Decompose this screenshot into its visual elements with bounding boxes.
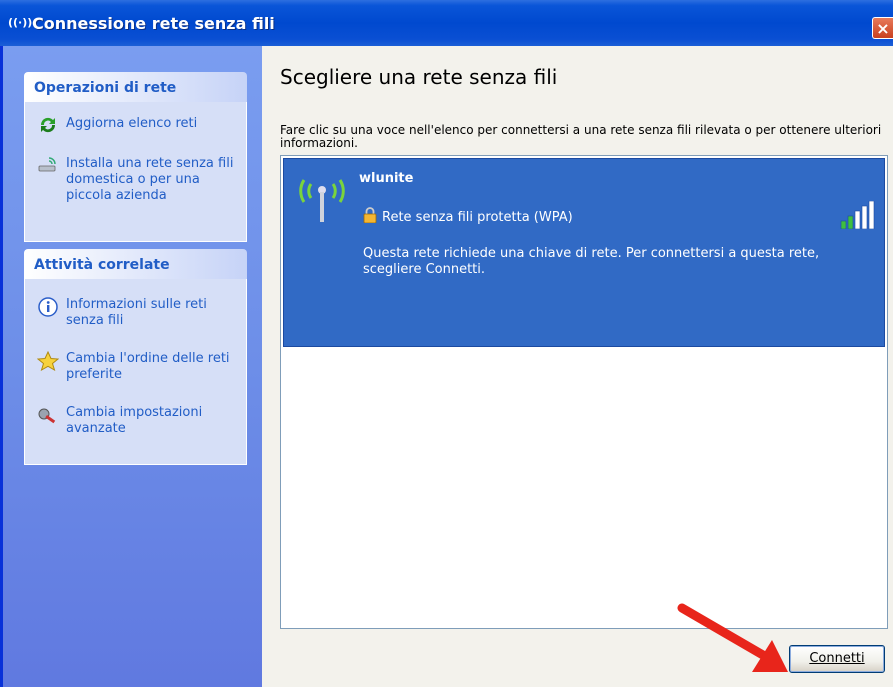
wireless-antenna-icon [299, 179, 345, 222]
task-change-preferred-order[interactable]: Cambia l'ordine delle reti preferite [25, 350, 246, 405]
signal-bar [868, 201, 875, 229]
page-heading: Scegliere una rete senza fili [280, 65, 558, 89]
lock-icon [363, 207, 377, 223]
task-label: Cambia impostazioni avanzate [66, 405, 203, 436]
task-label: Aggiorna elenco reti [66, 116, 198, 131]
related-tasks-box: Attività correlate Informazioni sulle re… [24, 249, 247, 465]
task-label: Installa una rete senza fili domestica o… [66, 156, 234, 203]
refresh-icon [37, 116, 59, 134]
signal-bar [847, 215, 854, 229]
signal-bar [854, 210, 861, 229]
window-left-border [0, 46, 3, 687]
info-icon [37, 297, 59, 317]
task-refresh-network-list[interactable]: Aggiorna elenco reti [25, 116, 246, 156]
signal-bar [861, 205, 868, 229]
wireless-setup-icon [37, 156, 59, 174]
star-icon [36, 350, 60, 372]
task-setup-wireless-network[interactable]: Installa una rete senza fili domestica o… [25, 156, 246, 204]
related-tasks-list: Informazioni sulle reti senza fili Cambi… [24, 279, 247, 465]
task-label: Informazioni sulle reti senza fili [66, 297, 207, 328]
close-button[interactable]: × [872, 17, 893, 39]
signal-strength-icon [840, 201, 875, 229]
wireless-network-icon: ((·)) [8, 16, 33, 29]
settings-tools-icon [37, 405, 59, 424]
related-tasks-header[interactable]: Attività correlate [24, 249, 247, 279]
network-description: Questa rete richiede una chiave di rete.… [363, 246, 820, 277]
network-tasks-header[interactable]: Operazioni di rete [24, 72, 247, 102]
network-tasks-list: Aggiorna elenco reti Installa una rete s… [24, 102, 247, 242]
network-tasks-box: Operazioni di rete Aggiorna elenco reti … [24, 72, 247, 242]
annotation-arrow [677, 603, 788, 672]
network-security-type: Rete senza fili protetta (WPA) [382, 210, 573, 225]
connect-button[interactable]: Connetti [789, 645, 885, 673]
task-advanced-settings[interactable]: Cambia impostazioni avanzate [25, 405, 246, 437]
signal-bar [840, 220, 847, 229]
window-title: Connessione rete senza fili [32, 14, 275, 33]
instructions-text: Fare clic su una voce nell'elenco per co… [280, 123, 882, 150]
task-wireless-info[interactable]: Informazioni sulle reti senza fili [25, 297, 246, 351]
title-bar[interactable]: ((·)) Connessione rete senza fili × [0, 0, 893, 46]
network-name: wlunite [359, 171, 414, 186]
task-label: Cambia l'ordine delle reti preferite [66, 351, 230, 382]
